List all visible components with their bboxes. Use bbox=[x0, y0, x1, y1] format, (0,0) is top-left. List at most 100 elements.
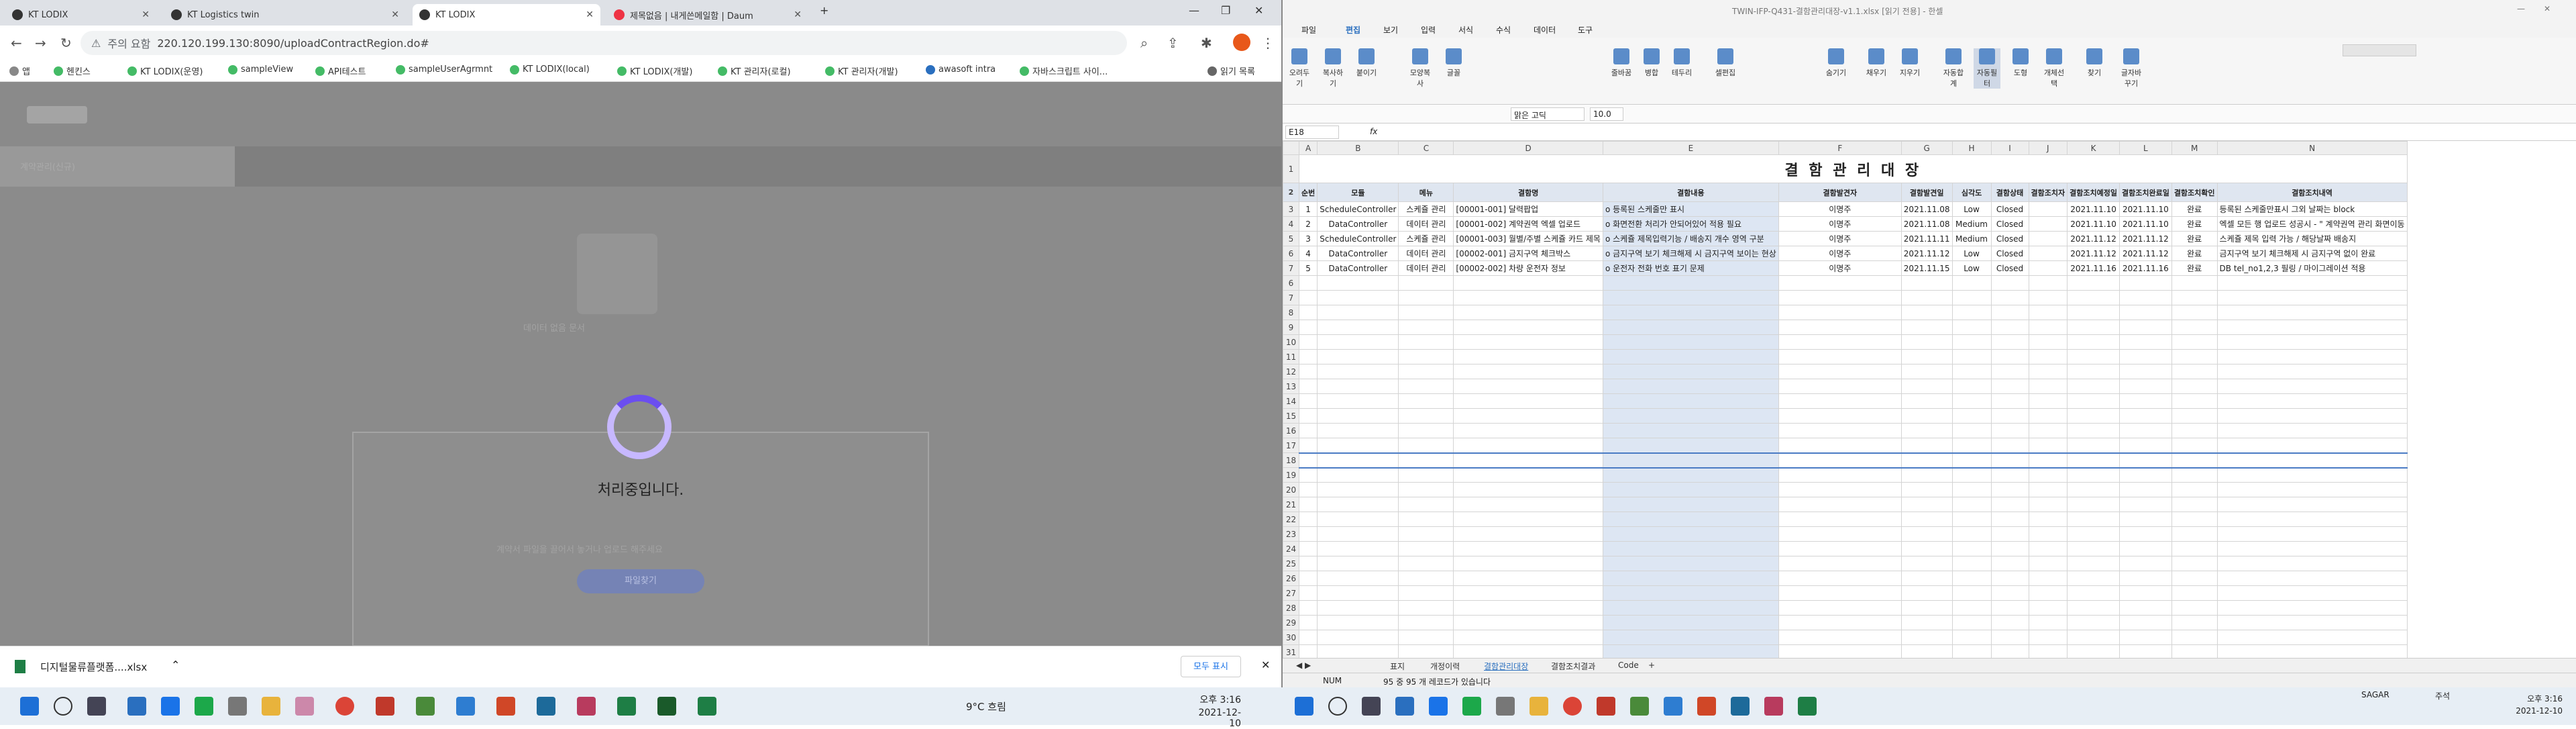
chrome-icon[interactable] bbox=[335, 697, 354, 716]
table-cell[interactable]: [00001-003] 월별/주별 스케쥴 카드 제목 bbox=[1453, 231, 1603, 246]
table-cell[interactable] bbox=[2171, 630, 2218, 645]
table-cell[interactable] bbox=[1398, 275, 1454, 291]
table-cell[interactable] bbox=[2067, 423, 2120, 438]
table-cell[interactable] bbox=[1602, 497, 1779, 512]
table-cell[interactable] bbox=[1298, 571, 1318, 586]
row-header[interactable]: 5 bbox=[1283, 231, 1299, 246]
row-header[interactable]: 3 bbox=[1283, 201, 1299, 217]
table-cell[interactable] bbox=[1453, 585, 1603, 601]
table-cell[interactable] bbox=[1398, 423, 1454, 438]
table-cell[interactable] bbox=[1990, 526, 2029, 542]
table-cell[interactable]: o 운전자 전화 번호 표기 문제 bbox=[1602, 260, 1779, 276]
table-cell[interactable] bbox=[1317, 290, 1399, 305]
app-icon[interactable] bbox=[127, 697, 146, 716]
table-cell[interactable]: 금지구역 보기 체크해제 시 금지구역 없이 완료 bbox=[2216, 246, 2408, 261]
table-cell[interactable]: 2 bbox=[1298, 216, 1318, 232]
table-cell[interactable] bbox=[1990, 290, 2029, 305]
table-cell[interactable] bbox=[2028, 585, 2068, 601]
table-cell[interactable] bbox=[1900, 379, 1953, 394]
table-cell[interactable]: DB tel_no1,2,3 필링 / 마이그레이션 적용 bbox=[2216, 260, 2408, 276]
table-cell[interactable] bbox=[2067, 452, 2120, 469]
column-header[interactable]: I bbox=[1990, 141, 2029, 155]
table-cell[interactable] bbox=[1453, 438, 1603, 453]
table-cell[interactable] bbox=[1398, 497, 1454, 512]
row-header[interactable]: 23 bbox=[1283, 526, 1299, 542]
table-cell[interactable] bbox=[1398, 615, 1454, 630]
table-cell[interactable] bbox=[1778, 600, 1902, 616]
table-cell[interactable] bbox=[1317, 379, 1399, 394]
table-cell[interactable]: Low bbox=[1951, 260, 1992, 276]
table-cell[interactable] bbox=[1298, 423, 1318, 438]
close-icon[interactable]: ✕ bbox=[586, 9, 594, 20]
table-cell[interactable] bbox=[1453, 423, 1603, 438]
row-header[interactable]: 8 bbox=[1283, 305, 1299, 320]
close-window-icon[interactable]: ✕ bbox=[2544, 4, 2551, 13]
table-cell[interactable]: 2021.11.10 bbox=[2067, 216, 2120, 232]
column-header[interactable]: K bbox=[2067, 141, 2120, 155]
app-icon[interactable] bbox=[456, 697, 475, 716]
table-cell[interactable] bbox=[1602, 467, 1779, 483]
table-cell[interactable] bbox=[1900, 408, 1953, 424]
column-header[interactable]: G bbox=[1900, 141, 1953, 155]
table-cell[interactable]: 완료 bbox=[2171, 216, 2218, 232]
table-cell[interactable] bbox=[1951, 512, 1992, 527]
column-header[interactable]: D bbox=[1453, 141, 1603, 155]
name-box[interactable]: E18 bbox=[1285, 126, 1339, 139]
table-cell[interactable] bbox=[1317, 482, 1399, 497]
table-cell[interactable] bbox=[1951, 305, 1992, 320]
table-cell[interactable] bbox=[2216, 305, 2408, 320]
table-cell[interactable] bbox=[1398, 290, 1454, 305]
table-cell[interactable] bbox=[2067, 290, 2120, 305]
table-cell[interactable] bbox=[2171, 290, 2218, 305]
table-cell[interactable] bbox=[1951, 408, 1992, 424]
app-icon[interactable] bbox=[416, 697, 435, 716]
table-cell[interactable]: ScheduleController bbox=[1317, 231, 1399, 246]
table-cell[interactable] bbox=[2118, 452, 2172, 469]
row-header[interactable]: 19 bbox=[1283, 467, 1299, 483]
show-all-button[interactable]: 모두 표시 bbox=[1181, 656, 1241, 677]
table-cell[interactable] bbox=[2171, 334, 2218, 350]
table-cell[interactable] bbox=[1900, 452, 1953, 469]
table-cell[interactable] bbox=[1398, 600, 1454, 616]
table-cell[interactable] bbox=[1317, 364, 1399, 379]
clock-date[interactable]: 2021-12-10 bbox=[2509, 706, 2563, 716]
row-header[interactable]: 9 bbox=[1283, 320, 1299, 335]
table-cell[interactable] bbox=[2216, 512, 2408, 527]
shape-button[interactable]: 도형 bbox=[2007, 48, 2034, 78]
bookmark-item[interactable]: KT 관리자(개발) bbox=[825, 64, 898, 77]
table-cell[interactable]: Low bbox=[1951, 246, 1992, 261]
table-cell[interactable] bbox=[1778, 408, 1902, 424]
file-find-button[interactable]: 파일찾기 bbox=[577, 569, 704, 593]
table-cell[interactable] bbox=[2118, 482, 2172, 497]
table-cell[interactable]: DataController bbox=[1317, 246, 1399, 261]
menu-format[interactable]: 서식 bbox=[1458, 24, 1473, 36]
table-cell[interactable] bbox=[2171, 408, 2218, 424]
table-cell[interactable] bbox=[1900, 393, 1953, 409]
app-icon[interactable] bbox=[537, 697, 555, 716]
table-cell[interactable] bbox=[1453, 334, 1603, 350]
table-cell[interactable] bbox=[2171, 467, 2218, 483]
table-cell[interactable] bbox=[1298, 585, 1318, 601]
table-cell[interactable] bbox=[2118, 512, 2172, 527]
table-cell[interactable] bbox=[2171, 452, 2218, 469]
table-cell[interactable] bbox=[1602, 541, 1779, 556]
table-cell[interactable] bbox=[1317, 305, 1399, 320]
table-cell[interactable] bbox=[1398, 320, 1454, 335]
table-cell[interactable] bbox=[2118, 290, 2172, 305]
bookmark-item[interactable]: KT 관리자(로컬) bbox=[718, 64, 791, 77]
table-cell[interactable] bbox=[1602, 615, 1779, 630]
table-cell[interactable] bbox=[1778, 349, 1902, 364]
cell-edit-button[interactable]: 셀편집 bbox=[1712, 48, 1739, 78]
table-cell[interactable]: [00002-001] 금지구역 체크박스 bbox=[1453, 246, 1603, 261]
table-cell[interactable] bbox=[1778, 571, 1902, 586]
table-cell[interactable]: 2021.11.16 bbox=[2118, 260, 2172, 276]
task-view-icon[interactable] bbox=[87, 697, 106, 716]
table-cell[interactable] bbox=[2171, 541, 2218, 556]
table-cell[interactable]: o 등록된 스케줄만 표시 bbox=[1602, 201, 1779, 217]
table-cell[interactable]: 2021.11.15 bbox=[1900, 260, 1953, 276]
table-cell[interactable] bbox=[2216, 423, 2408, 438]
table-cell[interactable]: o 스케쥴 제목입력기능 / 배송지 개수 영역 구분 bbox=[1602, 231, 1779, 246]
table-cell[interactable] bbox=[1453, 452, 1603, 469]
clear-button[interactable]: 지우기 bbox=[1896, 48, 1923, 78]
table-cell[interactable]: 2021.11.10 bbox=[2118, 201, 2172, 217]
